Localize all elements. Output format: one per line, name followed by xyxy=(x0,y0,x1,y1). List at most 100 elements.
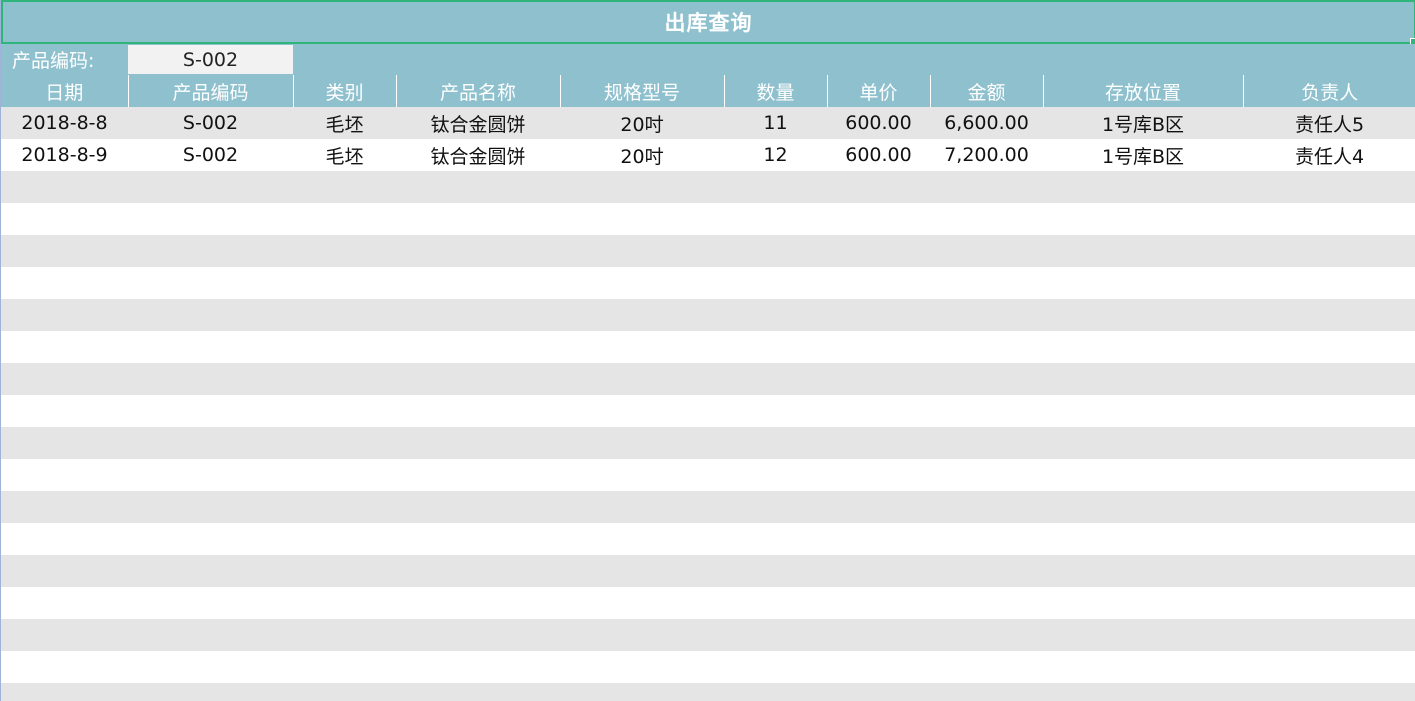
empty-row[interactable] xyxy=(1,395,1415,427)
empty-cell[interactable] xyxy=(1243,331,1415,363)
column-header-location[interactable]: 存放位置 xyxy=(1042,75,1243,107)
empty-cell[interactable] xyxy=(827,459,930,491)
empty-cell[interactable] xyxy=(396,459,560,491)
empty-cell[interactable] xyxy=(560,619,724,651)
empty-cell[interactable] xyxy=(1243,459,1415,491)
empty-cell[interactable] xyxy=(827,427,930,459)
empty-cell[interactable] xyxy=(293,651,396,683)
empty-cell[interactable] xyxy=(1243,427,1415,459)
empty-cell[interactable] xyxy=(930,523,1043,555)
empty-cell[interactable] xyxy=(930,267,1043,299)
column-header-date[interactable]: 日期 xyxy=(1,75,128,107)
page-title[interactable]: 出库查询 xyxy=(1,0,1415,45)
empty-cell[interactable] xyxy=(293,459,396,491)
empty-cell[interactable] xyxy=(396,203,560,235)
empty-cell[interactable] xyxy=(1,491,128,523)
empty-cell[interactable] xyxy=(827,491,930,523)
empty-cell[interactable] xyxy=(1,555,128,587)
empty-cell[interactable] xyxy=(724,203,827,235)
empty-cell[interactable] xyxy=(930,555,1043,587)
empty-cell[interactable] xyxy=(1,587,128,619)
empty-cell[interactable] xyxy=(293,363,396,395)
column-header-spec[interactable]: 规格型号 xyxy=(559,75,724,107)
empty-row[interactable] xyxy=(1,587,1415,619)
table-row[interactable]: 2018-8-8 S-002 毛坯 钛合金圆饼 20吋 11 600.00 6,… xyxy=(1,107,1415,139)
empty-cell[interactable] xyxy=(560,555,724,587)
empty-cell[interactable] xyxy=(1043,523,1243,555)
empty-cell[interactable] xyxy=(560,587,724,619)
empty-cell[interactable] xyxy=(1043,619,1243,651)
empty-cell[interactable] xyxy=(396,523,560,555)
empty-cell[interactable] xyxy=(293,235,396,267)
empty-cell[interactable] xyxy=(1043,395,1243,427)
empty-cell[interactable] xyxy=(827,587,930,619)
empty-row[interactable] xyxy=(1,203,1415,235)
empty-cell[interactable] xyxy=(128,235,293,267)
empty-cell[interactable] xyxy=(930,235,1043,267)
empty-cell[interactable] xyxy=(128,619,293,651)
empty-cell[interactable] xyxy=(128,555,293,587)
cell-owner[interactable]: 责任人5 xyxy=(1243,107,1415,139)
empty-cell[interactable] xyxy=(128,459,293,491)
empty-cell[interactable] xyxy=(930,683,1043,701)
cell-category[interactable]: 毛坯 xyxy=(293,139,396,171)
empty-cell[interactable] xyxy=(1243,523,1415,555)
empty-cell[interactable] xyxy=(1043,683,1243,701)
cell-product-code[interactable]: S-002 xyxy=(128,107,293,139)
empty-row[interactable] xyxy=(1,523,1415,555)
empty-cell[interactable] xyxy=(560,523,724,555)
column-header-unit-price[interactable]: 单价 xyxy=(826,75,930,107)
column-header-product-code[interactable]: 产品编码 xyxy=(127,75,293,107)
empty-row[interactable] xyxy=(1,267,1415,299)
empty-cell[interactable] xyxy=(724,171,827,203)
empty-cell[interactable] xyxy=(1043,363,1243,395)
empty-cell[interactable] xyxy=(293,395,396,427)
cell-unit-price[interactable]: 600.00 xyxy=(827,139,930,171)
empty-cell[interactable] xyxy=(560,395,724,427)
empty-cell[interactable] xyxy=(560,203,724,235)
empty-cell[interactable] xyxy=(1243,651,1415,683)
empty-row[interactable] xyxy=(1,683,1415,701)
empty-cell[interactable] xyxy=(128,267,293,299)
empty-cell[interactable] xyxy=(560,491,724,523)
empty-cell[interactable] xyxy=(396,395,560,427)
empty-cell[interactable] xyxy=(293,587,396,619)
empty-cell[interactable] xyxy=(560,331,724,363)
empty-cell[interactable] xyxy=(827,331,930,363)
empty-row[interactable] xyxy=(1,171,1415,203)
empty-cell[interactable] xyxy=(1043,651,1243,683)
cell-date[interactable]: 2018-8-9 xyxy=(1,139,128,171)
cell-category[interactable]: 毛坯 xyxy=(293,107,396,139)
cell-product-name[interactable]: 钛合金圆饼 xyxy=(396,107,560,139)
empty-cell[interactable] xyxy=(1243,299,1415,331)
empty-row[interactable] xyxy=(1,459,1415,491)
empty-cell[interactable] xyxy=(396,331,560,363)
cell-spec[interactable]: 20吋 xyxy=(560,107,724,139)
empty-cell[interactable] xyxy=(827,203,930,235)
empty-cell[interactable] xyxy=(396,555,560,587)
empty-cell[interactable] xyxy=(128,491,293,523)
empty-cell[interactable] xyxy=(1243,555,1415,587)
empty-cell[interactable] xyxy=(293,491,396,523)
empty-cell[interactable] xyxy=(930,459,1043,491)
cell-product-name[interactable]: 钛合金圆饼 xyxy=(396,139,560,171)
empty-cell[interactable] xyxy=(1,363,128,395)
empty-cell[interactable] xyxy=(560,427,724,459)
empty-cell[interactable] xyxy=(1,523,128,555)
empty-cell[interactable] xyxy=(1043,299,1243,331)
empty-cell[interactable] xyxy=(827,363,930,395)
empty-cell[interactable] xyxy=(293,299,396,331)
empty-cell[interactable] xyxy=(396,491,560,523)
empty-cell[interactable] xyxy=(930,331,1043,363)
empty-cell[interactable] xyxy=(930,619,1043,651)
empty-cell[interactable] xyxy=(1043,459,1243,491)
empty-cell[interactable] xyxy=(827,523,930,555)
empty-cell[interactable] xyxy=(128,395,293,427)
empty-cell[interactable] xyxy=(827,683,930,701)
empty-cell[interactable] xyxy=(1043,267,1243,299)
column-header-owner[interactable]: 负责人 xyxy=(1242,75,1415,107)
empty-cell[interactable] xyxy=(293,331,396,363)
empty-cell[interactable] xyxy=(930,427,1043,459)
empty-cell[interactable] xyxy=(1,427,128,459)
empty-cell[interactable] xyxy=(827,171,930,203)
